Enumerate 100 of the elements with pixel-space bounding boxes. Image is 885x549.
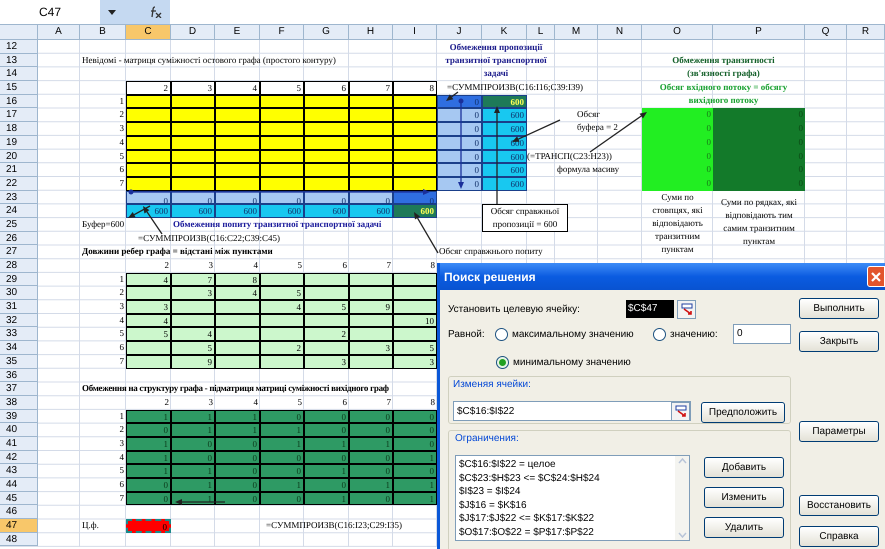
row-header[interactable]: 14 xyxy=(0,67,38,82)
column-header[interactable]: P xyxy=(713,25,805,40)
row-header[interactable]: 17 xyxy=(0,108,38,122)
dialog-button[interactable]: Справка xyxy=(799,526,879,547)
dialog-button[interactable]: Удалить xyxy=(704,517,784,538)
changing-cells-field[interactable]: $C$16:$I$22 xyxy=(453,401,691,421)
dialog-button[interactable]: Добавить xyxy=(704,457,784,478)
constraint-item[interactable]: $O$17:$O$22 = $P$17:$P$22 xyxy=(459,526,594,539)
constraint-item[interactable]: $J$17:$J$22 <= $K$17:$K$22 xyxy=(459,512,594,526)
radio-button[interactable] xyxy=(496,356,509,368)
column-header[interactable]: R xyxy=(847,25,885,40)
range-select-button[interactable] xyxy=(677,300,696,318)
row-header[interactable]: 43 xyxy=(0,464,38,478)
row-header[interactable]: 15 xyxy=(0,81,38,95)
constraint-item[interactable]: $C$23:$H$23 <= $C$24:$H$24 xyxy=(459,472,600,485)
row-header[interactable]: 44 xyxy=(0,478,38,492)
column-header[interactable]: E xyxy=(215,25,260,40)
row-header[interactable]: 13 xyxy=(0,54,38,68)
row-header[interactable]: 32 xyxy=(0,314,38,328)
radio-label[interactable]: максимальному значению xyxy=(512,326,634,342)
row-header[interactable]: 28 xyxy=(0,259,38,273)
row-header[interactable]: 12 xyxy=(0,40,38,54)
unknown-cell xyxy=(349,122,393,136)
row-header[interactable]: 46 xyxy=(0,505,38,520)
row-header[interactable]: 24 xyxy=(0,204,38,218)
table-cell: 4 xyxy=(260,300,304,314)
unknown-cell xyxy=(215,150,260,164)
row-header[interactable]: 35 xyxy=(0,354,38,368)
column-header[interactable]: L xyxy=(527,25,555,40)
row-header[interactable]: 31 xyxy=(0,300,38,314)
row-header[interactable]: 20 xyxy=(0,150,38,164)
row-header[interactable]: 37 xyxy=(0,382,38,396)
row-header[interactable]: 36 xyxy=(0,368,38,382)
row-header[interactable]: 42 xyxy=(0,450,38,464)
value-field[interactable]: 0 xyxy=(733,324,791,344)
row-header[interactable]: 47 xyxy=(0,519,38,533)
row-header[interactable]: 26 xyxy=(0,232,38,246)
row-header[interactable]: 33 xyxy=(0,327,38,342)
column-header[interactable]: A xyxy=(38,25,80,40)
constraint-item[interactable]: $J$16 = $K$16 xyxy=(459,498,527,512)
row-header[interactable]: 41 xyxy=(0,436,38,451)
dialog-button[interactable]: Восстановить xyxy=(799,495,879,516)
table-cell xyxy=(260,314,304,328)
column-header[interactable]: K xyxy=(482,25,527,40)
table-cell: 1 xyxy=(349,478,393,492)
table-cell xyxy=(215,314,260,328)
unknown-cell xyxy=(304,136,349,150)
row-header[interactable]: 40 xyxy=(0,423,38,437)
dropdown-caret-icon[interactable] xyxy=(108,10,116,14)
row-header[interactable]: 48 xyxy=(0,532,38,546)
table-cell: 3 xyxy=(304,354,349,368)
function-icon[interactable] xyxy=(149,6,162,18)
row-header[interactable]: 45 xyxy=(0,492,38,506)
close-button[interactable] xyxy=(867,266,885,287)
row-header[interactable]: 29 xyxy=(0,272,38,286)
column-header[interactable]: H xyxy=(349,25,393,40)
row-header[interactable]: 39 xyxy=(0,410,38,424)
row-header[interactable]: 30 xyxy=(0,286,38,300)
dialog-button[interactable]: Параметры xyxy=(799,421,879,442)
column-header[interactable]: C xyxy=(126,25,171,40)
constraint-item[interactable]: $C$16:$I$22 = целое xyxy=(459,458,556,472)
dialog-button[interactable]: Изменить xyxy=(704,487,784,508)
row-header[interactable]: 23 xyxy=(0,190,38,204)
guess-button[interactable]: Предположить xyxy=(701,402,785,423)
constraints-label: Ограничения: xyxy=(455,432,519,446)
column-header[interactable]: M xyxy=(555,25,598,40)
column-header[interactable]: I xyxy=(393,25,437,40)
radio-label[interactable]: значению: xyxy=(670,326,718,342)
range-select-button[interactable] xyxy=(671,402,690,420)
column-header[interactable]: J xyxy=(437,25,482,40)
column-header[interactable]: F xyxy=(260,25,304,40)
dialog-button[interactable]: Закрыть xyxy=(799,331,879,352)
row-header[interactable]: 22 xyxy=(0,176,38,191)
row-header[interactable]: 19 xyxy=(0,136,38,150)
row-header[interactable]: 25 xyxy=(0,218,38,232)
column-header[interactable]: B xyxy=(80,25,126,40)
radio-button[interactable] xyxy=(653,328,666,340)
row-header[interactable]: 16 xyxy=(0,94,38,108)
constraint-item[interactable]: $I$23 = $I$24 xyxy=(459,485,520,498)
table-cell: 4 xyxy=(215,286,260,300)
target-cell-field[interactable]: $C$47 xyxy=(626,300,674,318)
table-cell xyxy=(349,327,393,342)
constraints-list[interactable]: $C$16:$I$22 = целое $C$23:$H$23 <= $C$24:$H$24 $I$23 = $I$24 $J$16 = $K$16 $J$17:$J$22 <= $K$17:$K$22 $O$17:$O$22 = $P$17:$P$22 xyxy=(455,455,690,541)
row-header[interactable]: 18 xyxy=(0,122,38,136)
row-header[interactable]: 38 xyxy=(0,396,38,410)
unknown-cell xyxy=(260,94,304,108)
table-cell: 5 xyxy=(260,286,304,300)
row-header[interactable]: 34 xyxy=(0,341,38,355)
unknown-cell xyxy=(304,94,349,108)
radio-label[interactable]: минимальному значению xyxy=(513,354,631,370)
row-header[interactable]: 27 xyxy=(0,245,38,259)
column-header[interactable]: N xyxy=(598,25,642,40)
table-cell: 600 xyxy=(393,204,437,218)
column-header[interactable]: O xyxy=(642,25,713,40)
column-header[interactable]: G xyxy=(304,25,349,40)
radio-button[interactable] xyxy=(495,328,508,340)
column-header[interactable]: D xyxy=(171,25,215,40)
dialog-button[interactable]: Выполнить xyxy=(799,298,879,319)
row-header[interactable]: 21 xyxy=(0,163,38,177)
column-header[interactable]: Q xyxy=(805,25,847,40)
